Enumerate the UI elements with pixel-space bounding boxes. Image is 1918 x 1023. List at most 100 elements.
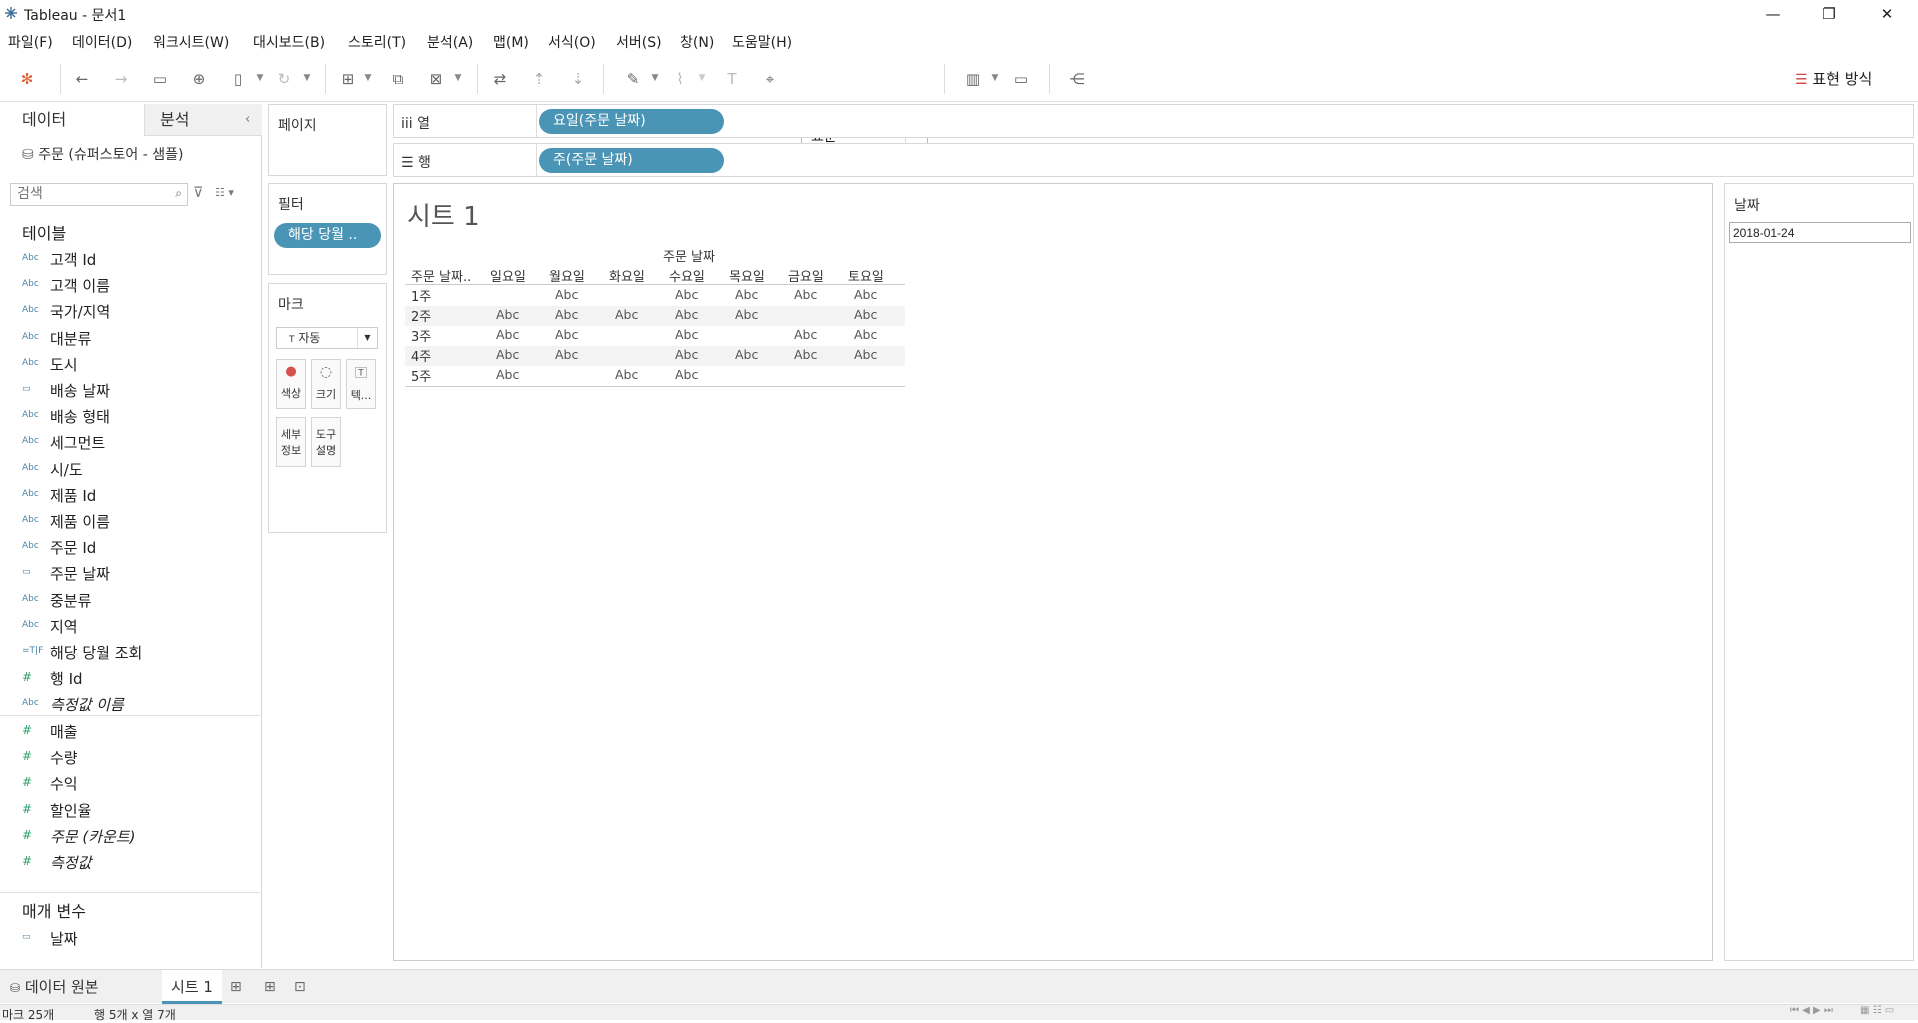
pin-icon[interactable]: ⌖ <box>759 68 781 90</box>
mark-type-dropdown[interactable]: T 자동 ▼ <box>276 327 378 349</box>
color-button[interactable]: ● 색상 <box>276 359 306 409</box>
dimension-field[interactable]: Abc 측정값 이름 <box>0 691 260 717</box>
table-cell[interactable]: Abc <box>675 347 698 362</box>
columns-pill[interactable]: 요일(주문 날짜) <box>539 109 724 134</box>
dimension-field[interactable]: Abc 대분류 <box>0 325 260 351</box>
rows-shelf[interactable]: ☰ 행 주(주문 날짜) <box>393 143 1914 177</box>
sort-ascending-icon[interactable]: ⇡ <box>528 68 550 90</box>
filter-fields-icon[interactable]: ⊽ <box>193 185 203 201</box>
dimension-field[interactable]: ▭ 날짜 <box>0 925 260 951</box>
undo-icon[interactable]: ← <box>71 68 93 90</box>
refresh-dropdown-icon[interactable]: ▼ <box>302 70 312 86</box>
row-label[interactable]: 3주 <box>411 326 431 345</box>
maximize-button[interactable]: ❐ <box>1806 0 1852 28</box>
dimension-field[interactable]: Abc 도시 <box>0 351 260 377</box>
dimension-field[interactable]: Abc 지역 <box>0 613 260 639</box>
table-cell[interactable]: Abc <box>794 327 817 342</box>
refresh-icon[interactable]: ↻ <box>273 68 295 90</box>
label-icon[interactable]: T <box>721 68 743 90</box>
table-cell[interactable]: Abc <box>675 287 698 302</box>
clear-dropdown-icon[interactable]: ▼ <box>453 70 463 86</box>
worksheet-view[interactable]: 시트 1 주문 날짜 주문 날짜.. 일요일 월요일 화요일 수요일 목요일 금요일 토요일 1주… <box>393 183 1713 961</box>
table-cell[interactable]: Abc <box>555 307 578 322</box>
menu-data[interactable]: 데이터(D) <box>72 32 132 52</box>
duplicate-sheet-icon[interactable]: ⧉ <box>387 68 409 90</box>
row-header[interactable]: 주문 날짜.. <box>411 266 471 285</box>
datasource-item[interactable]: ⛁ 주문 (슈퍼스토어 - 샘플) <box>22 144 183 164</box>
table-cell[interactable]: Abc <box>854 287 877 302</box>
table-cell[interactable]: Abc <box>496 347 519 362</box>
close-button[interactable]: ✕ <box>1864 0 1910 28</box>
row-label[interactable]: 1주 <box>411 286 431 305</box>
menu-window[interactable]: 창(N) <box>680 32 714 52</box>
filter-pill[interactable]: 해당 당월 .. <box>274 223 381 248</box>
size-button[interactable]: ◌ 크기 <box>311 359 341 409</box>
menu-story[interactable]: 스토리(T) <box>348 32 406 52</box>
sheet-title[interactable]: 시트 1 <box>407 196 480 233</box>
measure-field[interactable]: # 수익 <box>0 770 260 796</box>
dimension-field[interactable]: Abc 고객 Id <box>0 246 260 272</box>
highlight-icon[interactable]: ✎ <box>622 68 644 90</box>
collapse-pane-icon[interactable]: ‹ <box>245 104 250 136</box>
redo-icon[interactable]: → <box>110 68 132 90</box>
tableau-start-icon[interactable]: ✻ <box>16 68 38 90</box>
table-cell[interactable]: Abc <box>496 307 519 322</box>
sort-descending-icon[interactable]: ⇣ <box>567 68 589 90</box>
text-button[interactable]: 🅃 텍... <box>346 359 376 409</box>
column-header-day[interactable]: 수요일 <box>669 266 705 285</box>
save-icon[interactable]: ▭ <box>149 68 171 90</box>
table-cell[interactable]: Abc <box>555 327 578 342</box>
measure-field[interactable]: # 매출 <box>0 718 260 744</box>
parameter-date-input[interactable] <box>1729 222 1911 243</box>
detail-button[interactable]: 세부 정보 <box>276 417 306 467</box>
table-cell[interactable]: Abc <box>675 327 698 342</box>
pause-dropdown-icon[interactable]: ▼ <box>255 70 265 86</box>
table-cell[interactable]: Abc <box>675 307 698 322</box>
dimension-field[interactable]: Abc 세그먼트 <box>0 429 260 455</box>
tab-data[interactable]: 데이터 <box>0 104 144 136</box>
columns-shelf[interactable]: iii 열 요일(주문 날짜) <box>393 104 1914 138</box>
column-header-day[interactable]: 금요일 <box>788 266 824 285</box>
menu-analysis[interactable]: 분석(A) <box>427 32 473 52</box>
clear-sheet-icon[interactable]: ⊠ <box>425 68 447 90</box>
measure-field[interactable]: # 수량 <box>0 744 260 770</box>
row-label[interactable]: 2주 <box>411 306 431 325</box>
share-icon[interactable]: ⋲ <box>1066 68 1088 90</box>
new-worksheet-tab-icon[interactable]: ⊞ <box>230 970 242 1004</box>
table-cell[interactable]: Abc <box>735 287 758 302</box>
column-header-day[interactable]: 월요일 <box>549 266 585 285</box>
tab-sheet-1[interactable]: 시트 1 <box>162 970 222 1004</box>
table-cell[interactable]: Abc <box>675 367 698 382</box>
measure-field[interactable]: # 주문 (카운트) <box>0 823 260 849</box>
table-cell[interactable]: Abc <box>615 307 638 322</box>
table-cell[interactable]: Abc <box>496 367 519 382</box>
dimension-field[interactable]: Abc 배송 형태 <box>0 403 260 429</box>
menu-map[interactable]: 맵(M) <box>493 32 529 52</box>
dimension-field[interactable]: ▭ 주문 날짜 <box>0 560 260 586</box>
tooltip-button[interactable]: 도구 설명 <box>311 417 341 467</box>
menu-format[interactable]: 서식(O) <box>548 32 596 52</box>
table-cell[interactable]: Abc <box>555 347 578 362</box>
table-cell[interactable]: Abc <box>735 307 758 322</box>
view-options-icon[interactable]: ☷ ▾ <box>215 186 234 199</box>
measure-field[interactable]: # 행 Id <box>0 665 260 691</box>
search-input[interactable] <box>11 184 161 204</box>
dimension-field[interactable]: Abc 주문 Id <box>0 534 260 560</box>
row-label[interactable]: 5주 <box>411 366 431 385</box>
sheet-nav-icons[interactable]: ⏮ ◀ ▶ ⏭ <box>1790 1005 1833 1016</box>
menu-worksheet[interactable]: 워크시트(W) <box>153 32 229 52</box>
column-header-day[interactable]: 토요일 <box>848 266 884 285</box>
new-datasource-icon[interactable]: ⊕ <box>188 68 210 90</box>
dimension-field[interactable]: Abc 제품 Id <box>0 482 260 508</box>
column-header-day[interactable]: 목요일 <box>729 266 765 285</box>
dimension-field[interactable]: Abc 중분류 <box>0 587 260 613</box>
menu-help[interactable]: 도움말(H) <box>732 32 792 52</box>
dimension-field[interactable]: Abc 제품 이름 <box>0 508 260 534</box>
tab-analysis[interactable]: 분석 ‹ <box>144 104 262 136</box>
measure-field[interactable]: # 측정값 <box>0 849 260 875</box>
search-box[interactable]: ⌕ <box>10 183 188 206</box>
table-cell[interactable]: Abc <box>854 307 877 322</box>
menu-server[interactable]: 서버(S) <box>616 32 662 52</box>
table-cell[interactable]: Abc <box>735 347 758 362</box>
menu-file[interactable]: 파일(F) <box>8 32 53 52</box>
